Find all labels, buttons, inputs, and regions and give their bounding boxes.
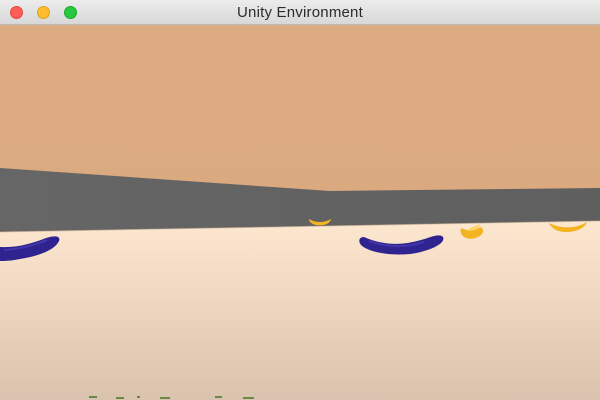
game-scene (0, 25, 600, 400)
window-title: Unity Environment (237, 4, 363, 21)
unity-window: Unity Environment (0, 0, 600, 400)
title-bar: Unity Environment (0, 0, 600, 25)
unity-viewport[interactable] (0, 25, 600, 400)
arena-floor (0, 221, 600, 400)
